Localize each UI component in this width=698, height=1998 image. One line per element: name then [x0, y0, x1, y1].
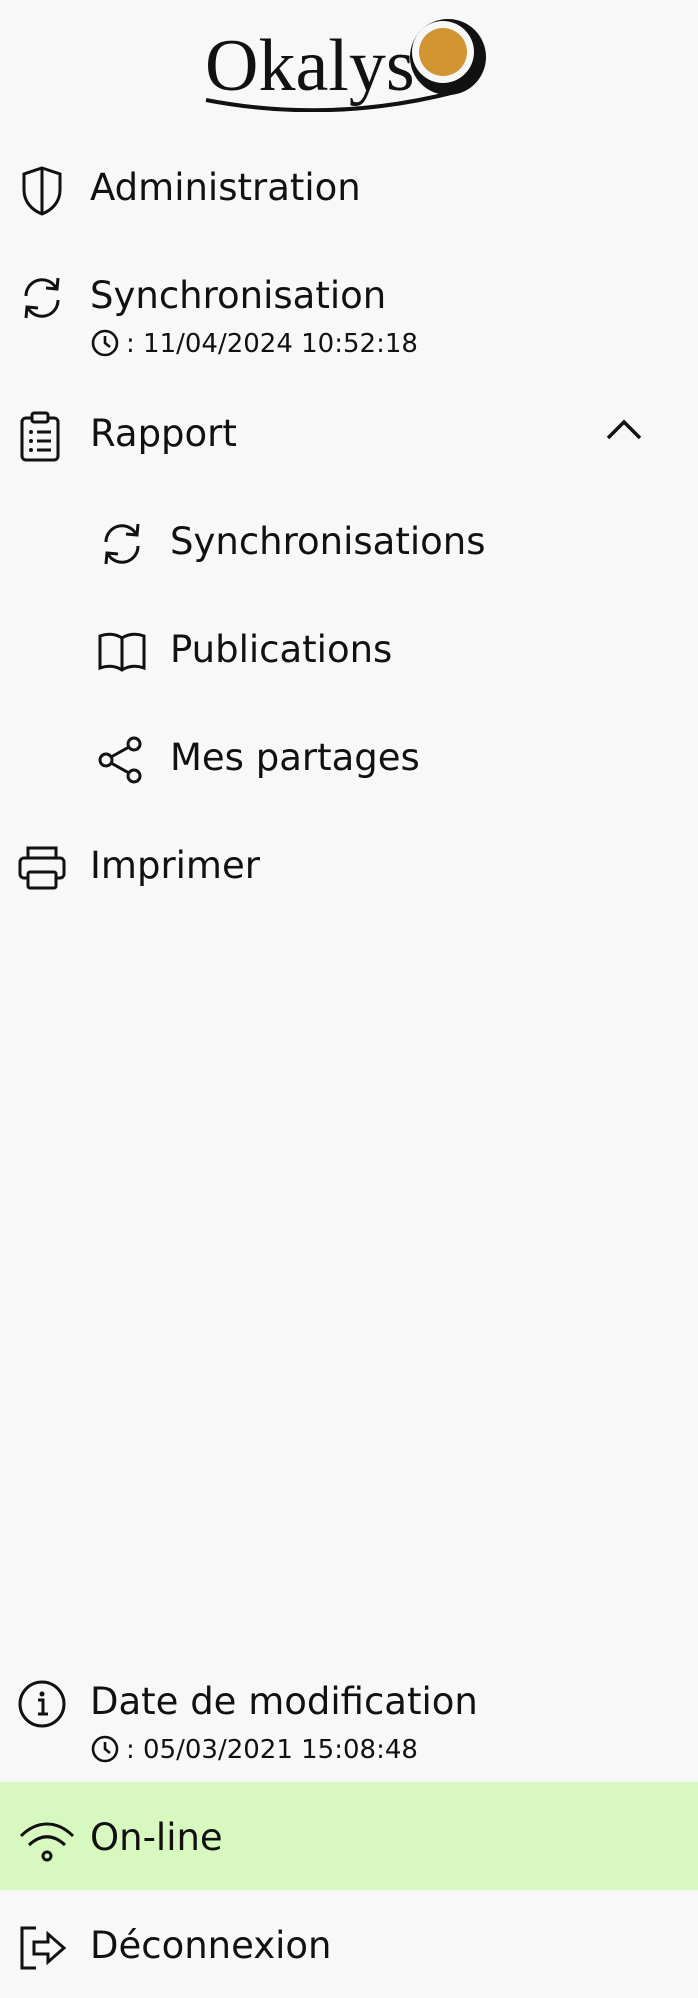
- clipboard-list-icon: [20, 411, 60, 462]
- modification-timestamp: : 05/03/2021 15:08:48: [90, 1734, 418, 1766]
- clock-icon: [91, 1735, 119, 1763]
- status-label: On-line: [90, 1816, 223, 1859]
- submenu-item-label: Publications: [170, 628, 393, 671]
- menu-item-deconnexion[interactable]: Déconnexion: [0, 1890, 698, 1998]
- okalys-logo: Okalys: [205, 19, 486, 113]
- menu-item-label: Déconnexion: [90, 1924, 332, 1967]
- submenu-item-label: Mes partages: [170, 736, 420, 779]
- chevron-up-icon[interactable]: [604, 410, 644, 450]
- menu-item-imprimer[interactable]: Imprimer: [0, 810, 698, 918]
- wifi-icon: [19, 1822, 75, 1862]
- svg-text:Okalys: Okalys: [205, 25, 415, 107]
- logout-icon: [20, 1926, 67, 1970]
- info-label: Date de modification: [90, 1680, 478, 1723]
- synchronisation-timestamp: : 11/04/2024 10:52:18: [90, 328, 418, 360]
- sync-icon: [104, 523, 140, 565]
- menu-item-label: Rapport: [90, 412, 237, 455]
- submenu-item-publications[interactable]: Publications: [0, 594, 698, 702]
- printer-icon: [18, 846, 66, 890]
- menu-item-label: Administration: [90, 166, 361, 209]
- submenu-item-synchronisations[interactable]: Synchronisations: [0, 486, 698, 594]
- share-icon: [98, 736, 142, 784]
- menu-item-label: Imprimer: [90, 844, 260, 887]
- info-icon: [18, 1680, 66, 1728]
- app-logo[interactable]: Okalys: [0, 12, 698, 113]
- menu-item-label: Synchronisation: [90, 274, 387, 317]
- submenu-item-mes-partages[interactable]: Mes partages: [0, 702, 698, 810]
- modification-timestamp-text: : 05/03/2021 15:08:48: [126, 1735, 418, 1765]
- sync-icon: [24, 277, 60, 319]
- status-online[interactable]: On-line: [0, 1782, 698, 1890]
- clock-icon: [91, 329, 119, 357]
- menu-item-rapport[interactable]: Rapport: [0, 378, 698, 486]
- menu-item-administration[interactable]: Administration: [0, 132, 698, 240]
- book-icon: [98, 632, 146, 672]
- synchronisation-timestamp-text: : 11/04/2024 10:52:18: [126, 329, 418, 359]
- shield-icon: [22, 166, 62, 216]
- submenu-item-label: Synchronisations: [170, 520, 486, 563]
